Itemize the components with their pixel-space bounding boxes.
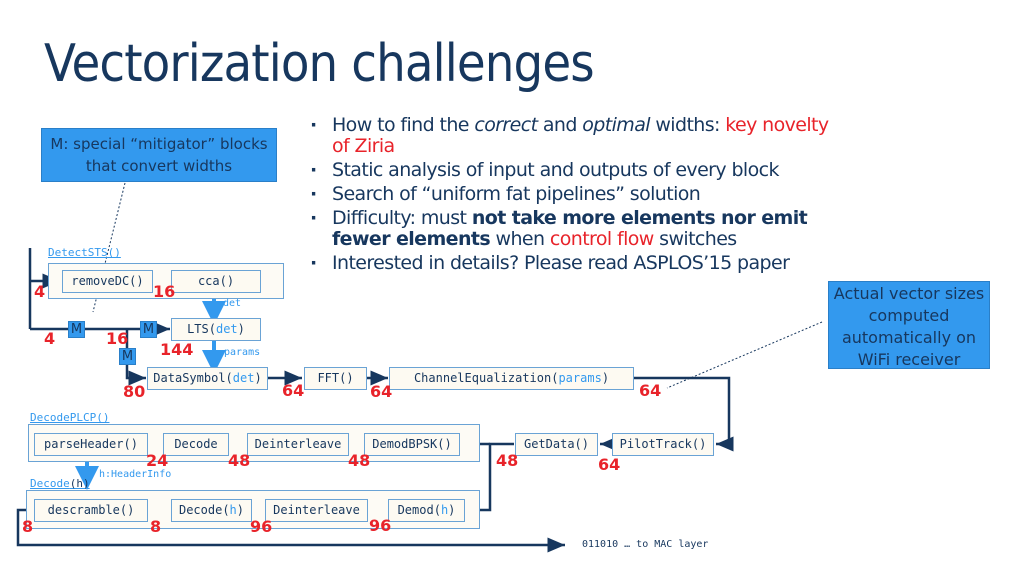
- block-fft: FFT(): [304, 367, 367, 390]
- block-descramble: descramble(): [34, 499, 148, 522]
- group-label-decode-name: Decode: [30, 477, 70, 490]
- block-decode-h: Decode(h): [171, 499, 252, 522]
- width-label: 80: [123, 382, 146, 401]
- width-label: 64: [639, 381, 662, 400]
- block-decode-h-name: Decode(: [178, 503, 230, 517]
- block-parseheader: parseHeader(): [34, 433, 148, 456]
- block-pilottrack: PilotTrack(): [612, 433, 714, 456]
- block-deinterleave: Deinterleave: [247, 433, 349, 456]
- block-decode-h-arg: h: [229, 503, 237, 517]
- edge-label-headerinfo: h:HeaderInfo: [99, 469, 172, 480]
- width-label: 16: [106, 329, 129, 348]
- width-label: 8: [22, 517, 34, 536]
- block-cca: cca(): [171, 270, 261, 293]
- width-label: 64: [370, 382, 393, 401]
- width-label: 4: [34, 282, 46, 301]
- width-label: 4: [44, 329, 56, 348]
- block-demod-name: Demod(: [397, 503, 441, 517]
- block-lts: LTS(det): [171, 318, 261, 341]
- block-demod-h: Demod(h): [388, 499, 465, 522]
- edge-label-params: params: [224, 347, 261, 358]
- wire-m3-datasymbol: [125, 365, 146, 386]
- block-lts-name: LTS(: [187, 322, 216, 336]
- output-label: 011010 … to MAC layer: [582, 539, 709, 550]
- block-chaneq-name: ChannelEqualization(: [413, 371, 559, 385]
- block-decode: Decode: [163, 433, 229, 456]
- width-label: 8: [150, 517, 162, 536]
- group-label-decodeplcp: DecodePLCP(): [30, 411, 110, 424]
- width-label: 48: [228, 451, 251, 470]
- block-datasymbol-arg: det: [232, 371, 255, 385]
- edge-label-det: det: [223, 298, 242, 309]
- block-channel-equalization: ChannelEqualization(params): [389, 367, 634, 390]
- paren-close: ): [254, 371, 262, 385]
- block-datasymbol-name: DataSymbol(: [153, 371, 233, 385]
- group-label-detectsts: DetectSTS(): [48, 246, 121, 259]
- mitigator-block: M: [68, 321, 85, 338]
- mitigator-block: M: [140, 321, 157, 338]
- width-label: 48: [348, 451, 371, 470]
- width-label: 96: [250, 517, 273, 536]
- block-demodbpsk: DemodBPSK(): [364, 433, 460, 456]
- width-label: 96: [369, 516, 392, 535]
- width-label: 48: [496, 451, 519, 470]
- paren-close: ): [448, 503, 456, 517]
- block-deinterleave-2: Deinterleave: [265, 499, 368, 522]
- block-removedc: removeDC(): [62, 270, 153, 293]
- paren-close: ): [601, 371, 610, 385]
- block-getdata: GetData(): [515, 433, 598, 456]
- width-label: 64: [598, 455, 621, 474]
- mitigator-block: M: [119, 348, 136, 365]
- width-label: 16: [153, 282, 176, 301]
- block-datasymbol: DataSymbol(det): [147, 367, 268, 390]
- paren-close: ): [236, 503, 245, 517]
- width-label: 24: [146, 451, 169, 470]
- group-label-decode-arg: (h): [69, 477, 90, 490]
- width-label: 144: [160, 340, 194, 359]
- block-chaneq-arg: params: [558, 371, 602, 385]
- width-label: 64: [282, 381, 305, 400]
- group-label-decode-h: Decode(h): [30, 477, 90, 490]
- paren-close: ): [237, 322, 245, 336]
- block-lts-arg: det: [215, 322, 238, 336]
